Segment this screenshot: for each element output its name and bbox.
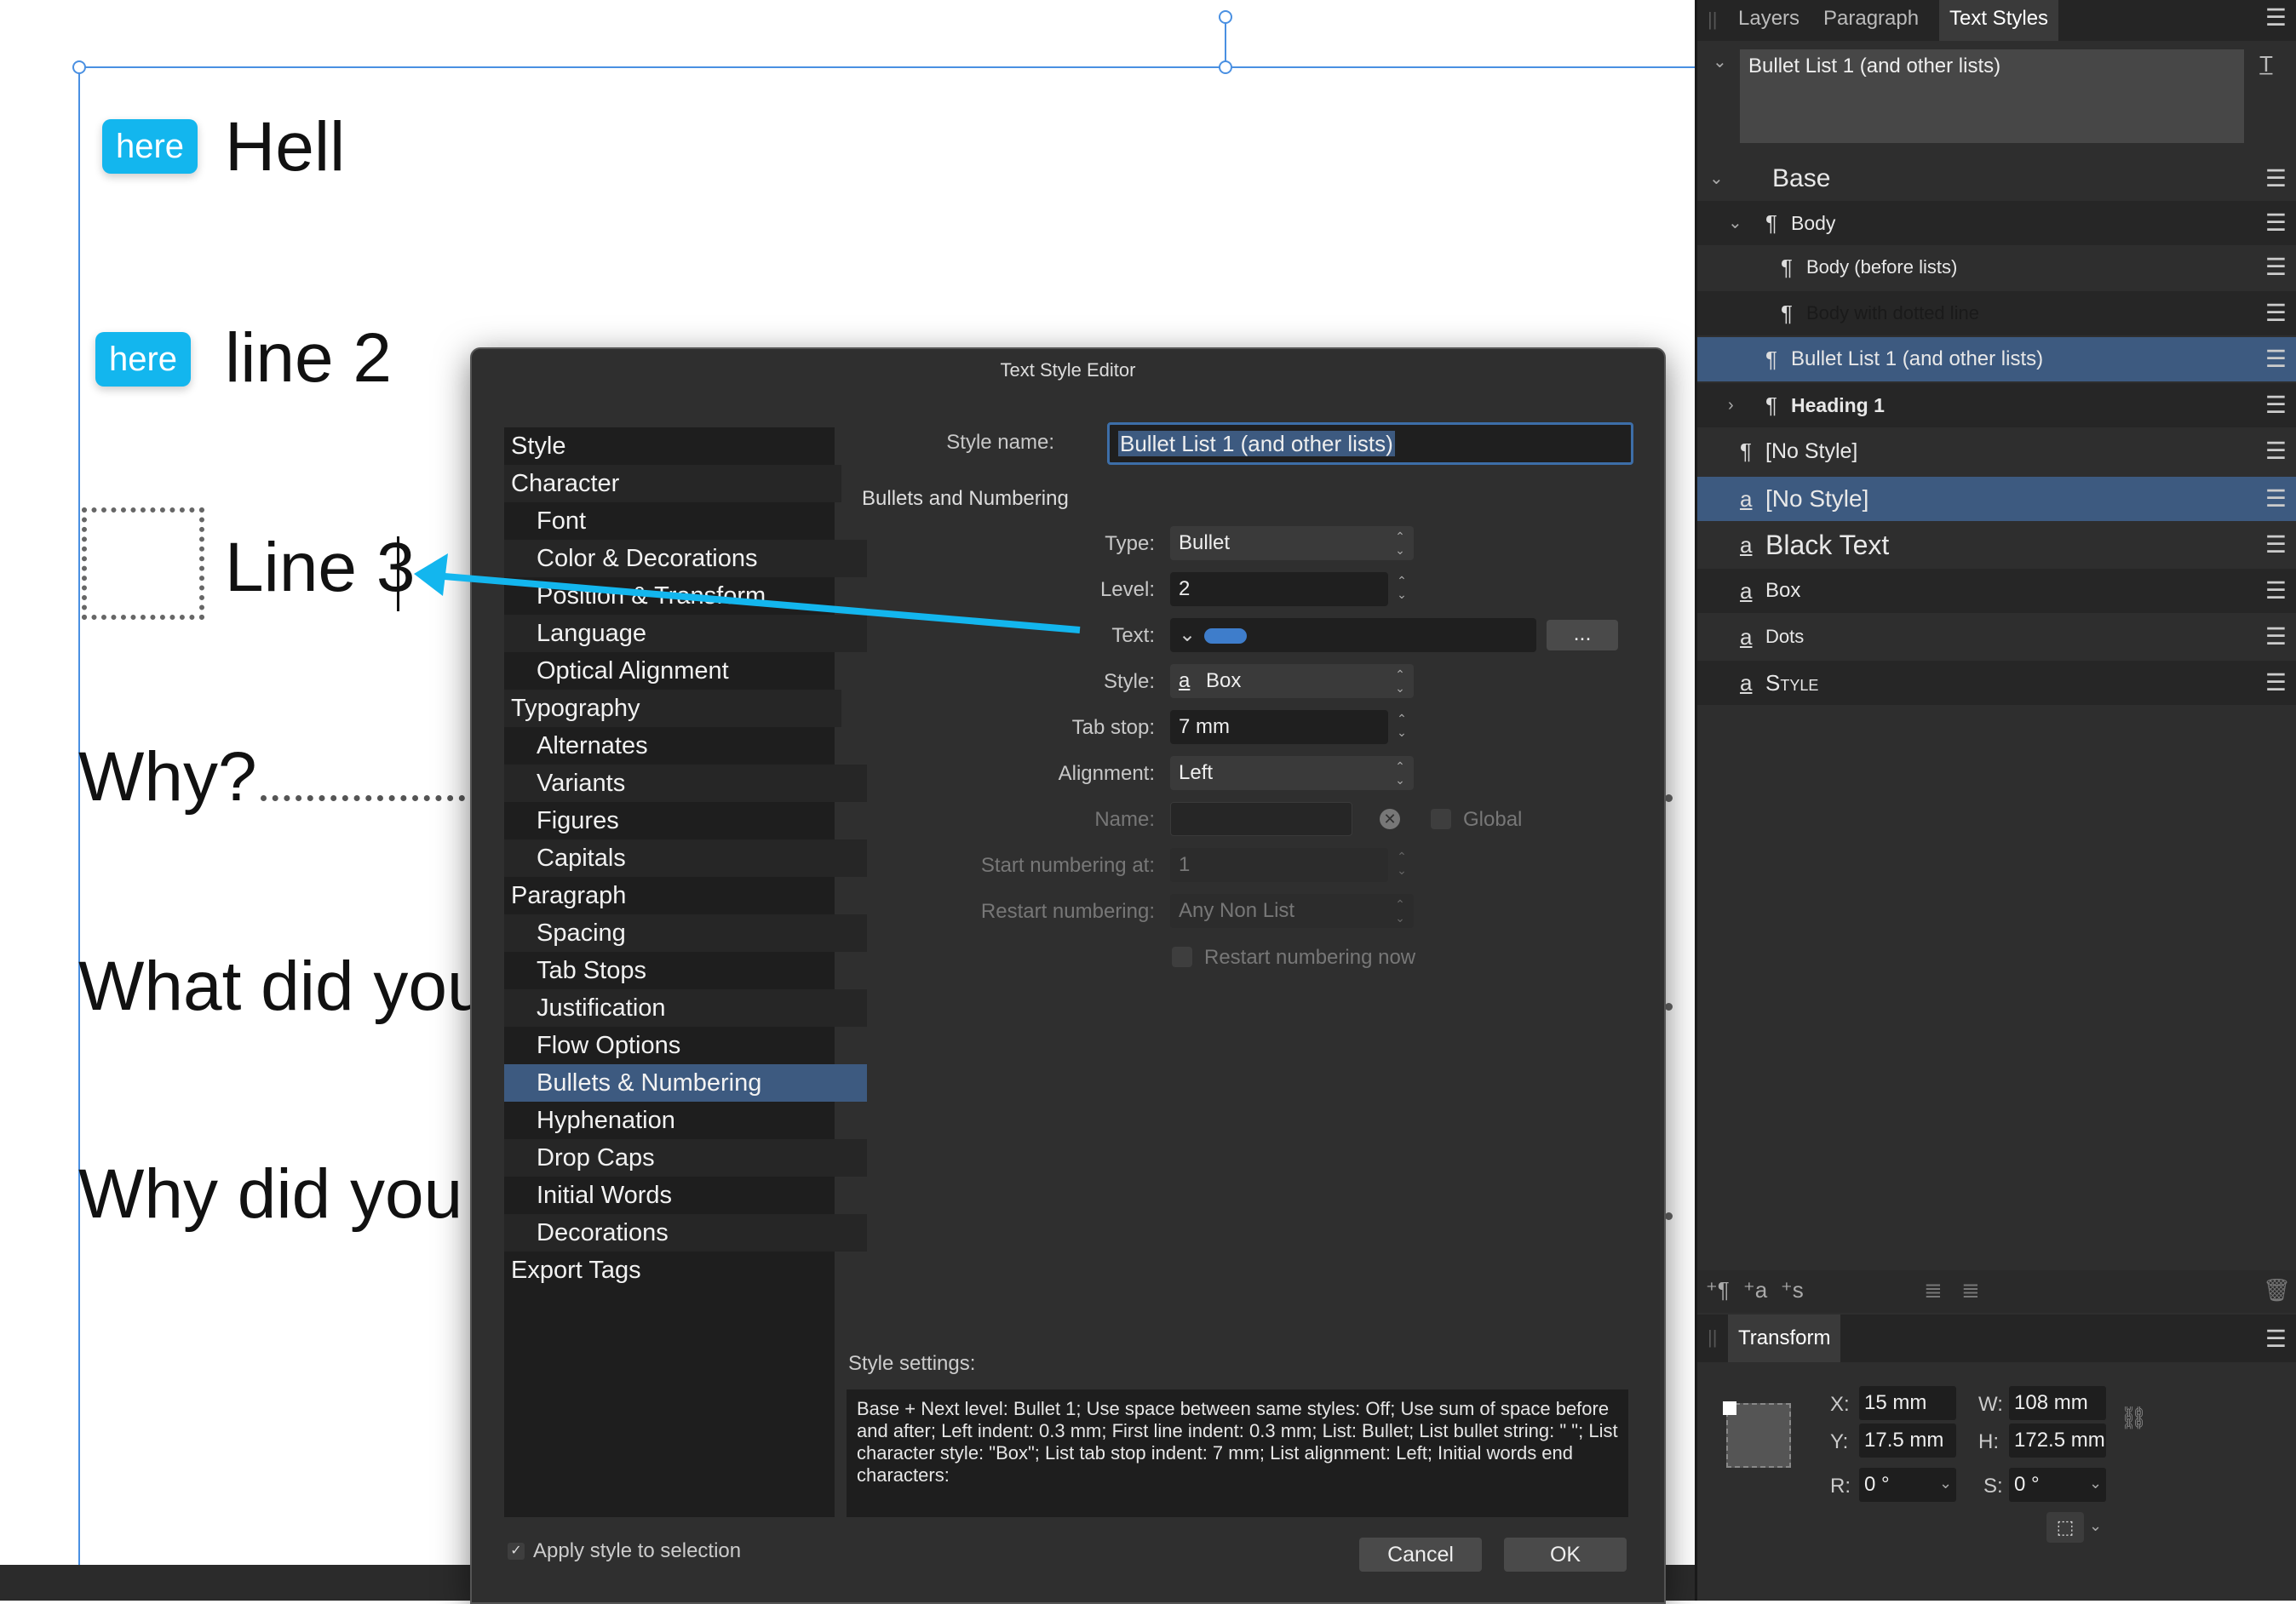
style-row-label: [No Style] [1765,485,1869,512]
style-row-label: Base [1772,164,1831,192]
styles-toolbar: ⁺¶ ⁺a ⁺s ≣ ≣ 🗑 [1697,1270,2296,1313]
paragraph-style-icon: ¶ [1781,255,1793,280]
character-style-icon: a [1740,670,1753,696]
style-row-label: Body with dotted line [1806,302,1980,324]
style-row[interactable]: a Black Text ☰ [1697,523,2296,567]
style-row[interactable]: ¶ Body (before lists) ☰ [1697,245,2296,289]
style-row-menu-icon[interactable]: ☰ [2265,615,2287,659]
w-label: W: [1978,1393,2003,1416]
style-row[interactable]: ¶ [No Style] ☰ [1697,429,2296,473]
text-styles-panel: || Layers Paragraph Text Styles ☰ ⌄ Bull… [1695,0,2296,1601]
add-group-style-icon[interactable]: ⁺s [1781,1277,1804,1303]
anchor-top-left[interactable] [1723,1401,1736,1415]
style-options-icon[interactable]: T̲ [2259,51,2273,77]
character-style-icon: a [1740,578,1753,604]
style-row-label: Heading 1 [1791,394,1885,416]
x-label: X: [1830,1393,1850,1416]
transform-menu-icon[interactable]: ☰ [2265,1325,2287,1353]
h-label: H: [1978,1430,1999,1453]
character-style-icon: a [1740,624,1753,650]
style-row-menu-icon[interactable]: ☰ [2265,201,2287,245]
transform-origin-icon[interactable]: ⬚ [2046,1512,2084,1543]
y-input[interactable]: 17.5 mm [1859,1424,1956,1458]
r-dropdown-icon[interactable]: ⌄ [1939,1475,1952,1492]
paragraph-style-icon: ¶ [1781,301,1793,326]
s-label: S: [1983,1475,2003,1498]
panel-grip-icon[interactable]: || [1708,9,1717,31]
panel-tabbar: || Layers Paragraph Text Styles ☰ [1697,0,2296,41]
paragraph-style-icon: ¶ [1765,392,1777,418]
style-row-label: Box [1765,579,1801,602]
style-row-label: Bullet List 1 (and other lists) [1791,347,2044,370]
character-style-icon: a [1740,486,1753,512]
style-row-menu-icon[interactable]: ☰ [2265,477,2287,521]
transform-grip-icon[interactable]: || [1708,1326,1717,1349]
style-row-menu-icon[interactable]: ☰ [2265,157,2287,201]
collapse-preview-icon[interactable]: ⌄ [1713,51,1727,72]
w-input[interactable]: 108 mm [2009,1386,2106,1420]
chevron-down-icon[interactable]: ⌄ [1728,201,1742,245]
panel-menu-icon[interactable]: ☰ [2265,3,2287,32]
r-label: R: [1830,1475,1851,1498]
style-row-label: [No Style] [1765,439,1858,463]
style-row[interactable]: a [No Style] ☰ [1697,477,2296,521]
detach-style-icon[interactable]: ≣ [1924,1277,1943,1303]
style-row[interactable]: ⌄ ¶ Body ☰ [1697,201,2296,245]
style-row[interactable]: ¶ Body with dotted line ☰ [1697,291,2296,335]
style-row[interactable]: a Box ☰ [1697,569,2296,613]
style-row-menu-icon[interactable]: ☰ [2265,383,2287,427]
style-row[interactable]: › ¶ Heading 1 ☰ [1697,383,2296,427]
chevron-right-icon[interactable]: › [1728,383,1734,427]
paragraph-style-icon: ¶ [1765,210,1777,236]
link-icon[interactable]: ⛓ [2120,1405,2148,1431]
style-row[interactable]: a Dots ☰ [1697,615,2296,659]
style-row-menu-icon[interactable]: ☰ [2265,245,2287,289]
style-preview: Bullet List 1 (and other lists) [1740,49,2244,143]
update-style-icon[interactable]: ≣ [1961,1277,1980,1303]
style-row-label: Black Text [1765,530,1890,560]
style-row-menu-icon[interactable]: ☰ [2265,429,2287,473]
style-row[interactable]: a Style ☰ [1697,661,2296,705]
tab-layers[interactable]: Layers [1728,0,1810,41]
style-row[interactable]: ⌄ Base ☰ [1697,157,2296,201]
style-row-menu-icon[interactable]: ☰ [2265,291,2287,335]
style-row-menu-icon[interactable]: ☰ [2265,337,2287,381]
y-label: Y: [1830,1430,1849,1453]
tab-text-styles[interactable]: Text Styles [1939,0,2059,41]
transform-tabbar: || Transform ☰ [1697,1315,2296,1362]
chevron-down-icon[interactable]: ⌄ [1709,157,1724,201]
h-input[interactable]: 172.5 mm [2009,1424,2106,1458]
style-row[interactable]: ¶ Bullet List 1 (and other lists) ☰ [1697,337,2296,381]
paragraph-style-icon: ¶ [1765,347,1777,372]
style-row-label: Body [1791,212,1836,234]
s-dropdown-icon[interactable]: ⌄ [2089,1475,2102,1492]
trash-icon[interactable]: 🗑 [2263,1277,2291,1303]
x-input[interactable]: 15 mm [1859,1386,1956,1420]
tab-transform[interactable]: Transform [1728,1315,1841,1362]
add-paragraph-style-icon[interactable]: ⁺¶ [1706,1277,1730,1303]
transform-origin-dropdown-icon[interactable]: ⌄ [2089,1517,2102,1535]
style-row-menu-icon[interactable]: ☰ [2265,569,2287,613]
style-row-menu-icon[interactable]: ☰ [2265,661,2287,705]
style-row-menu-icon[interactable]: ☰ [2265,523,2287,567]
style-row-label: Body (before lists) [1806,256,1958,278]
paragraph-style-icon: ¶ [1740,438,1752,464]
style-row-label: Dots [1765,626,1805,647]
character-style-icon: a [1740,532,1753,558]
style-row-label: Style [1765,670,1819,696]
tab-paragraph[interactable]: Paragraph [1813,0,1929,41]
add-character-style-icon[interactable]: ⁺a [1743,1277,1767,1303]
